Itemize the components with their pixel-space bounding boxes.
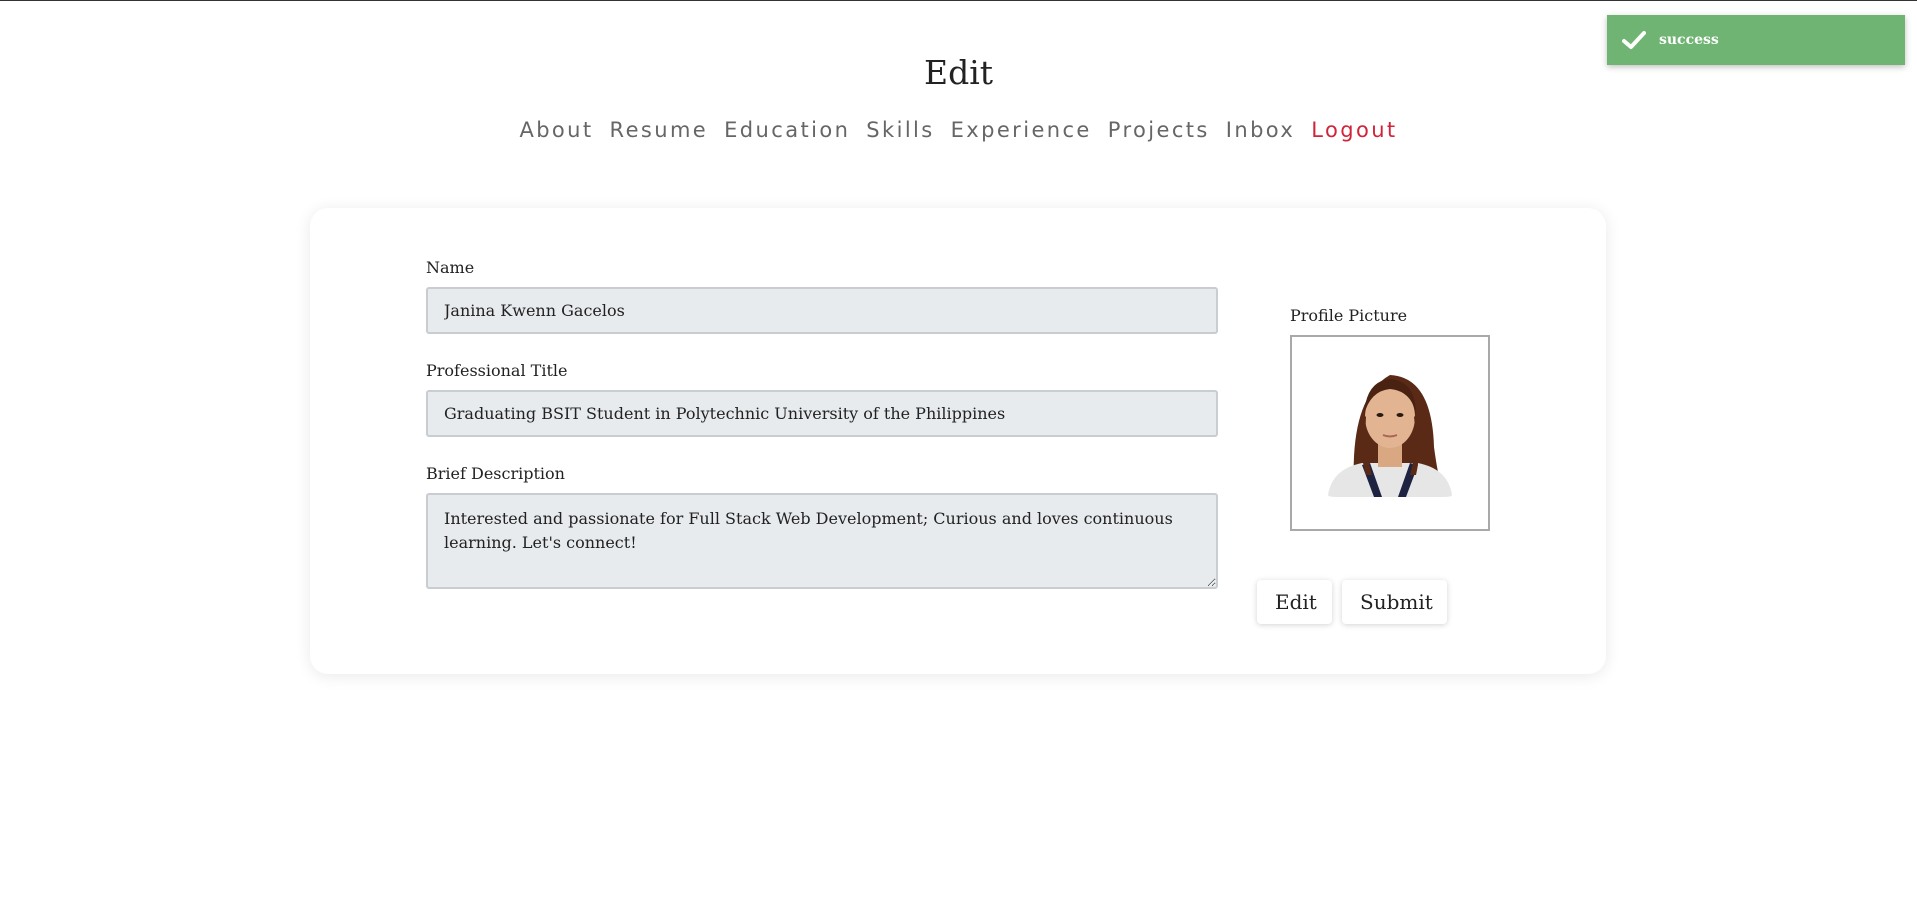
profile-picture-section: Profile Picture bbox=[1290, 306, 1490, 531]
nav-logout[interactable]: Logout bbox=[1311, 116, 1397, 144]
page-title: Edit bbox=[923, 53, 994, 92]
professional-title-input[interactable] bbox=[426, 390, 1218, 437]
name-input[interactable] bbox=[426, 287, 1218, 334]
nav-inbox[interactable]: Inbox bbox=[1226, 116, 1295, 144]
brief-description-label: Brief Description bbox=[426, 464, 565, 483]
edit-button[interactable]: Edit bbox=[1257, 580, 1332, 624]
nav-experience[interactable]: Experience bbox=[951, 116, 1092, 144]
profile-picture[interactable] bbox=[1290, 335, 1490, 531]
nav-projects[interactable]: Projects bbox=[1108, 116, 1210, 144]
professional-title-label: Professional Title bbox=[426, 361, 568, 380]
profile-photo-image bbox=[1292, 337, 1488, 529]
check-icon bbox=[1621, 29, 1647, 51]
profile-picture-label: Profile Picture bbox=[1290, 306, 1408, 325]
form-fields: Name Professional Title Brief Descriptio… bbox=[426, 258, 1218, 593]
nav-resume[interactable]: Resume bbox=[610, 116, 709, 144]
name-label: Name bbox=[426, 258, 475, 277]
nav-education[interactable]: Education bbox=[724, 116, 850, 144]
toast-message: success bbox=[1659, 32, 1719, 48]
nav-skills[interactable]: Skills bbox=[866, 116, 934, 144]
brief-description-textarea[interactable]: Interested and passionate for Full Stack… bbox=[426, 493, 1218, 589]
submit-button[interactable]: Submit bbox=[1342, 580, 1447, 624]
nav-about[interactable]: About bbox=[519, 116, 593, 144]
main-nav: About Resume Education Skills Experience… bbox=[0, 116, 1917, 144]
edit-form-card: Name Professional Title Brief Descriptio… bbox=[310, 208, 1606, 674]
